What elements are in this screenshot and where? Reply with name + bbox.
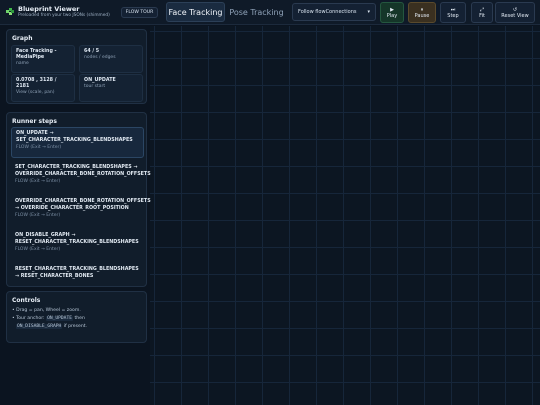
play-button[interactable]: ▶ Play bbox=[380, 2, 404, 23]
follow-select-value: Follow flowConnections bbox=[298, 9, 357, 15]
stat-name: Face Tracking - MediaPipe name bbox=[11, 45, 75, 73]
controls-panel: Controls • Drag = pan, Wheel = zoom. • T… bbox=[6, 291, 147, 343]
runner-step[interactable]: RESET_CHARACTER_TRACKING_BLENDSHAPES → R… bbox=[11, 264, 144, 284]
pause-label: Pause bbox=[414, 12, 430, 19]
play-label: Play bbox=[386, 12, 398, 19]
stat-name-value: Face Tracking - MediaPipe bbox=[16, 49, 57, 60]
top-bar: Blueprint Viewer Preloaded from your two… bbox=[0, 0, 540, 25]
controls-hint-anchor: • Tour anchor: ON_UPDATE then bbox=[12, 316, 85, 321]
runner-step-name: ON_UPDATE → SET_CHARACTER_TRACKING_BLEND… bbox=[16, 131, 133, 143]
stat-view: 0.0708 , 3128 / 2181 View (scale, pan) bbox=[11, 74, 75, 102]
graph-panel: Graph Face Tracking - MediaPipe name 64 … bbox=[6, 29, 147, 104]
runner-step-meta: FLOW (Exit → Enter) bbox=[15, 247, 61, 252]
fit-button[interactable]: ⤢ Fit bbox=[471, 2, 493, 23]
reset-label: Reset View bbox=[501, 12, 529, 19]
controls-fallback-code: ON_DISABLE_GRAPH bbox=[16, 324, 63, 329]
runner-step-meta: FLOW (Exit → Enter) bbox=[16, 145, 62, 150]
controls-hint-pan-zoom: • Drag = pan, Wheel = zoom. bbox=[12, 308, 81, 313]
runner-step-meta: FLOW (Exit → Enter) bbox=[15, 213, 61, 218]
controls-title: Controls bbox=[12, 297, 41, 304]
flow-tour-button[interactable]: FLOW TOUR bbox=[121, 7, 158, 18]
tab-face-tracking[interactable]: Face Tracking bbox=[166, 2, 225, 22]
controls-anchor-code: ON_UPDATE bbox=[46, 316, 73, 321]
controls-hint-fallback: ON_DISABLE_GRAPH if present. bbox=[16, 324, 87, 329]
controls-anchor-suffix: then bbox=[74, 316, 85, 321]
puzzle-piece-icon bbox=[6, 8, 14, 15]
stat-view-value: 0.0708 , 3128 / 2181 bbox=[16, 78, 57, 89]
fit-label: Fit bbox=[479, 12, 485, 19]
runner-step[interactable]: SET_CHARACTER_TRACKING_BLENDSHAPES → OVE… bbox=[11, 162, 151, 192]
controls-fallback-suffix: if present. bbox=[63, 324, 88, 329]
follow-select[interactable]: Follow flowConnections ▾ bbox=[292, 3, 376, 21]
pause-button[interactable]: ⏸ Pause bbox=[408, 2, 436, 23]
graph-title: Graph bbox=[12, 35, 33, 42]
runner-steps-panel: Runner steps ON_UPDATE → SET_CHARACTER_T… bbox=[6, 112, 151, 287]
step-label: Step bbox=[447, 12, 459, 19]
controls-anchor-prefix: • Tour anchor: bbox=[12, 316, 45, 321]
runner-step[interactable]: ON_UPDATE → SET_CHARACTER_TRACKING_BLEND… bbox=[11, 127, 144, 158]
stat-tour-start: ON_UPDATE tour start bbox=[79, 74, 143, 102]
runner-step[interactable]: ON_DISABLE_GRAPH → RESET_CHARACTER_TRACK… bbox=[11, 230, 144, 260]
chevron-down-icon: ▾ bbox=[367, 9, 370, 15]
stat-nodes-edges: 64 / 5 nodes / edges bbox=[79, 45, 143, 73]
stat-name-key: name bbox=[16, 61, 29, 66]
runner-step-name: ON_DISABLE_GRAPH → RESET_CHARACTER_TRACK… bbox=[15, 233, 139, 245]
step-button[interactable]: ⏭ Step bbox=[440, 2, 466, 23]
reset-view-button[interactable]: ↺ Reset View bbox=[495, 2, 535, 23]
runner-step-name: SET_CHARACTER_TRACKING_BLENDSHAPES → OVE… bbox=[15, 165, 151, 177]
runner-step-meta: FLOW (Exit → Enter) bbox=[15, 179, 61, 184]
app-subtitle: Preloaded from your two JSONs (shimmed) bbox=[18, 13, 110, 18]
stat-view-key: View (scale, pan) bbox=[16, 90, 55, 95]
runner-step-name: RESET_CHARACTER_TRACKING_BLENDSHAPES → R… bbox=[15, 267, 139, 279]
stat-tour-start-key: tour start bbox=[84, 84, 106, 89]
tab-pose-tracking[interactable]: Pose Tracking bbox=[228, 2, 285, 22]
app-title: Blueprint Viewer bbox=[18, 5, 80, 13]
runner-step-name: OVERRIDE_CHARACTER_BONE_ROTATION_OFFSETS… bbox=[15, 199, 151, 211]
runner-steps-title: Runner steps bbox=[12, 118, 57, 125]
graph-canvas[interactable] bbox=[150, 26, 540, 405]
stat-nodes-edges-key: nodes / edges bbox=[84, 55, 116, 60]
runner-step[interactable]: OVERRIDE_CHARACTER_BONE_ROTATION_OFFSETS… bbox=[11, 196, 151, 226]
